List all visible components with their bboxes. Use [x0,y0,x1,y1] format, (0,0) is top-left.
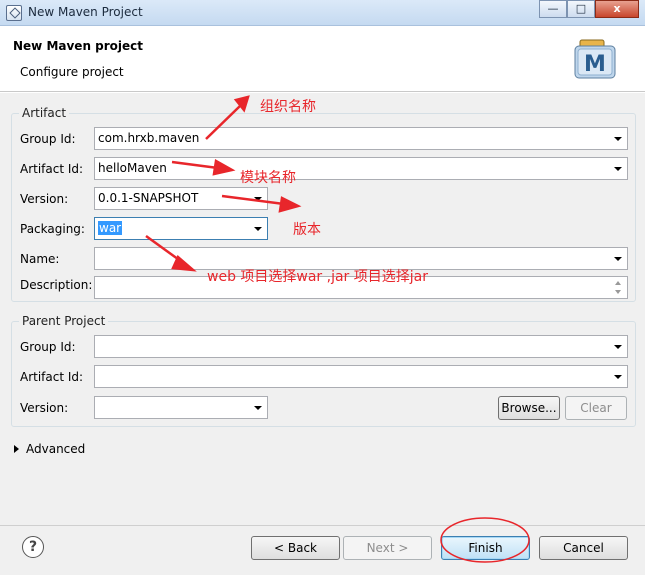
packaging-value: war [98,221,123,235]
window-title: New Maven Project [28,5,143,19]
parent-artifact-id-combo[interactable] [94,365,628,388]
artifact-legend: Artifact [19,106,70,120]
packaging-combo[interactable]: war [94,217,268,240]
chevron-down-icon[interactable] [612,158,624,179]
wizard-banner: New Maven project Configure project M [0,26,645,92]
version-combo[interactable]: 0.0.1-SNAPSHOT [94,187,268,210]
scroll-arrows-icon[interactable] [613,278,625,297]
version-label: Version: [20,192,69,206]
wizard-title: New Maven project [13,39,144,53]
parent-project-legend: Parent Project [19,314,109,328]
advanced-expander[interactable]: Advanced [14,442,85,456]
next-button[interactable]: Next > [343,536,432,560]
chevron-down-icon[interactable] [612,248,624,269]
app-icon [6,5,22,21]
wizard-content: Artifact Group Id: com.hrxb.maven Artifa… [0,92,645,525]
parent-version-combo[interactable] [94,396,268,419]
maven-logo-letter: M [584,52,606,77]
maven-logo-icon: M [574,39,616,79]
annotation-module-name: 模块名称 [240,170,296,186]
parent-artifact-id-label: Artifact Id: [20,370,84,384]
chevron-down-icon[interactable] [252,397,264,418]
chevron-down-icon[interactable] [612,366,624,387]
window-controls: — □ x [539,0,639,18]
artifact-id-label: Artifact Id: [20,162,84,176]
cancel-button[interactable]: Cancel [539,536,628,560]
title-bar: New Maven Project — □ x [0,0,645,26]
advanced-label: Advanced [26,442,86,456]
chevron-down-icon[interactable] [252,188,264,209]
help-icon[interactable]: ? [22,536,44,558]
close-button[interactable]: x [595,0,639,18]
annotation-packaging-note: web 项目选择war ,jar 项目选择jar [207,269,428,285]
group-id-value: com.hrxb.maven [98,131,200,145]
annotation-org-name: 组织名称 [260,99,316,115]
chevron-down-icon[interactable] [252,218,264,239]
group-id-label: Group Id: [20,132,76,146]
chevron-down-icon[interactable] [612,128,624,149]
group-id-combo[interactable]: com.hrxb.maven [94,127,628,150]
chevron-right-icon [14,445,19,453]
parent-group-id-combo[interactable] [94,335,628,358]
finish-button[interactable]: Finish [441,536,530,560]
clear-button[interactable]: Clear [565,396,627,420]
chevron-down-icon[interactable] [612,336,624,357]
browse-button[interactable]: Browse... [498,396,560,420]
name-label: Name: [20,252,60,266]
description-label: Description: [20,278,93,292]
parent-group-id-label: Group Id: [20,340,76,354]
wizard-subtitle: Configure project [20,65,124,79]
minimize-button[interactable]: — [539,0,567,18]
annotation-version: 版本 [293,222,321,238]
parent-version-label: Version: [20,401,69,415]
button-bar: ? < Back Next > Finish Cancel [0,525,645,575]
packaging-label: Packaging: [20,222,85,236]
maximize-button[interactable]: □ [567,0,595,18]
artifact-id-combo[interactable]: helloMaven [94,157,628,180]
artifact-id-value: helloMaven [98,161,167,175]
back-button[interactable]: < Back [251,536,340,560]
version-value: 0.0.1-SNAPSHOT [98,191,199,205]
